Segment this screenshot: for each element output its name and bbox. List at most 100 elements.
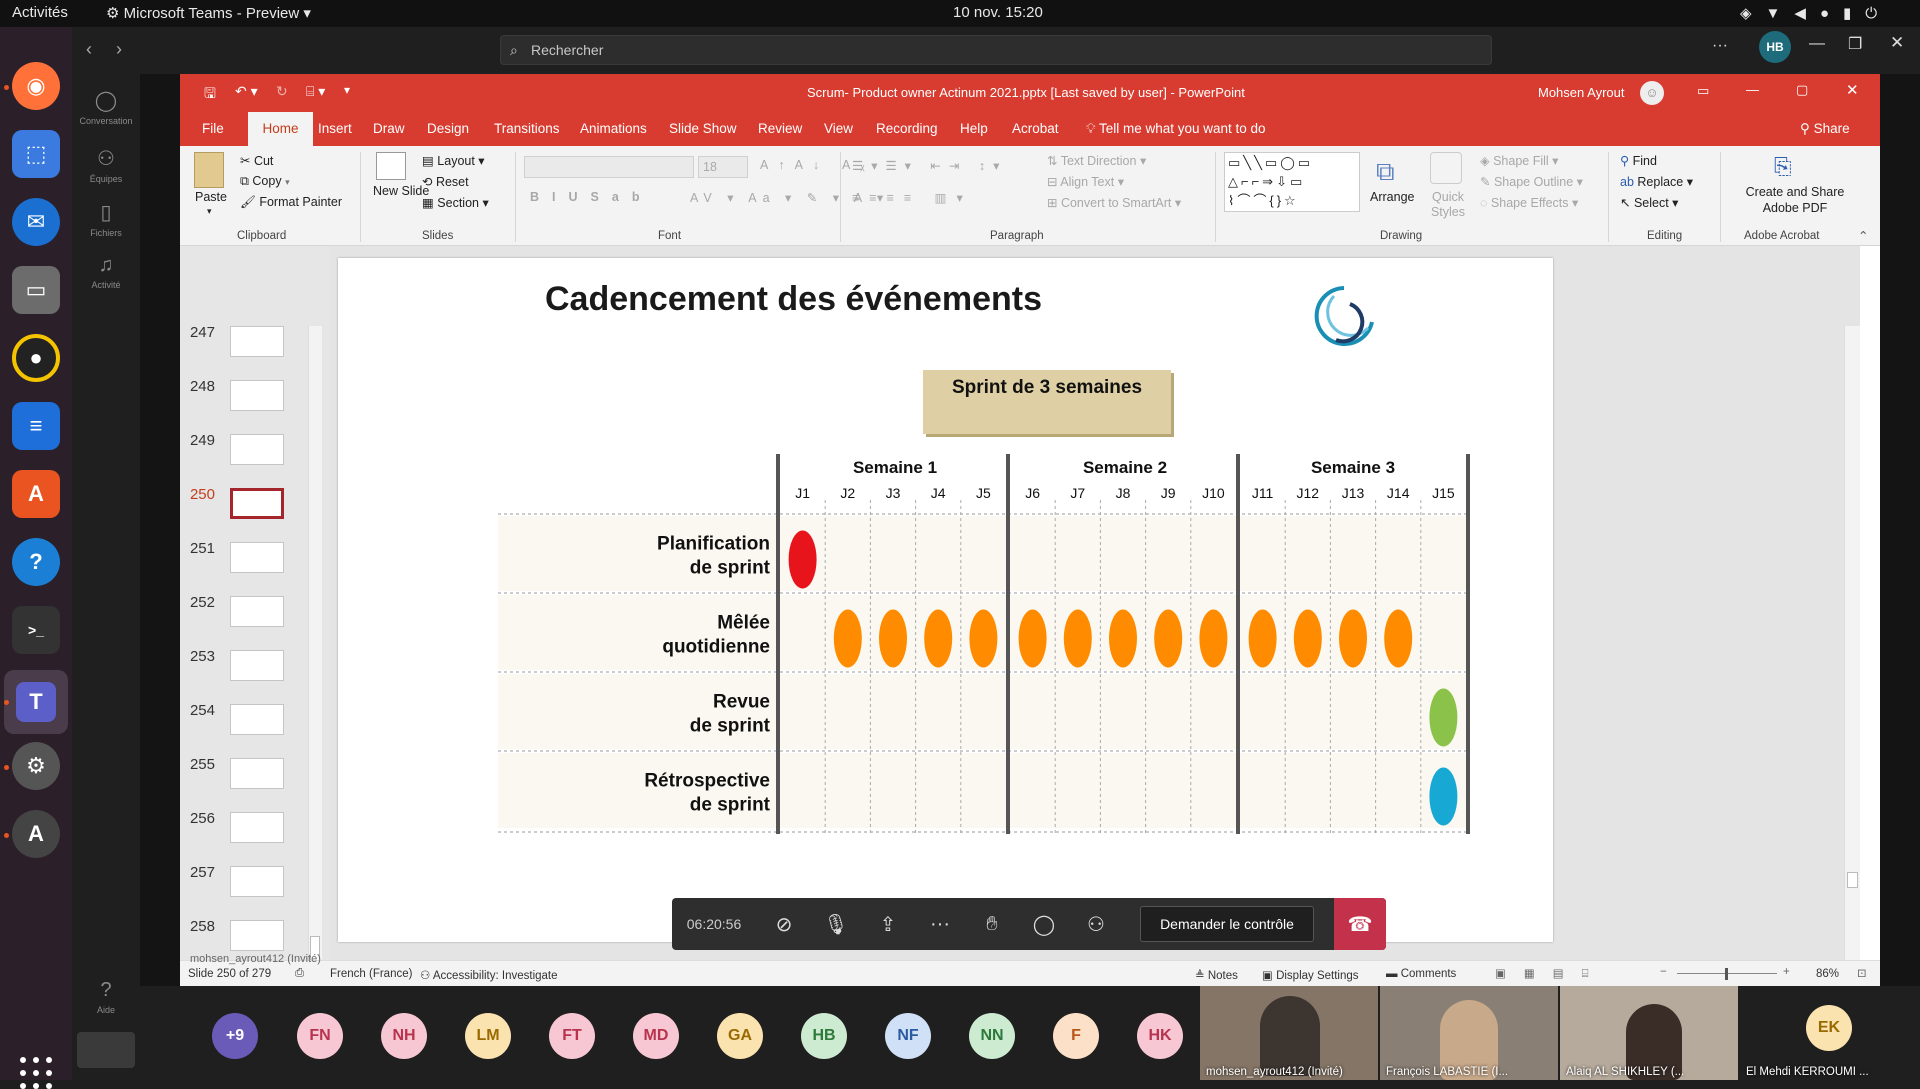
paste-button[interactable]: Paste [195,190,227,204]
tab-transitions[interactable]: Transitions [494,121,560,136]
redo-icon[interactable]: ↻ [276,83,288,100]
close-icon[interactable]: ✕ [1890,33,1904,53]
notes-button[interactable]: ≜ Notes [1195,968,1238,982]
accessibility-checker[interactable]: ⚇ Accessibility: Investigate [420,968,558,982]
share-button[interactable]: ⚲ Share [1800,121,1850,137]
tab-slide-show[interactable]: Slide Show [669,121,737,136]
zoom-out-icon[interactable]: − [1660,966,1667,978]
slide-thumbnail[interactable] [230,380,284,411]
teams-tray-icon[interactable]: ◈ [1740,5,1766,22]
participant-video[interactable]: Alaiq AL SHIKHLEY (... [1560,986,1738,1080]
account-name[interactable]: Mohsen Ayrout [1538,85,1624,100]
thunderbird-icon[interactable]: ✉ [12,198,60,246]
software-icon[interactable]: A [12,470,60,518]
tab-help[interactable]: Help [960,121,988,136]
rail-item-help[interactable]: ? Aide [72,979,140,1015]
close-icon[interactable]: ✕ [1846,81,1859,99]
tab-animations[interactable]: Animations [580,121,647,136]
more-options-icon[interactable]: ··· [1712,37,1728,55]
tab-design[interactable]: Design [427,121,469,136]
tab-home[interactable]: Home [248,112,313,146]
more-actions-button[interactable]: ··· [914,898,966,950]
format-painter-button[interactable]: 🖌︎ Format Painter [240,195,342,210]
participant-avatar[interactable]: NH [381,1013,427,1059]
shapes-gallery[interactable]: ▭╲╲▭◯▭ △⌐⌐⇒⇩▭ ⌇⌒⌒{}☆ [1224,152,1360,212]
activities-button[interactable]: Activités [12,4,68,21]
select-button[interactable]: ↖ Select ▾ [1620,195,1678,210]
minimize-icon[interactable]: — [1746,82,1759,97]
rail-item-activity[interactable]: ♫ Activité [72,254,140,290]
tab-review[interactable]: Review [758,121,802,136]
align-text-button[interactable]: ⊟ Align Text ▾ [1047,174,1124,189]
comments-button[interactable]: ▬ Comments [1386,968,1456,980]
view-buttons[interactable]: ▣▦▤⌸ [1495,966,1607,981]
teams-dock-icon[interactable]: T [4,670,68,734]
search-input[interactable]: ⌕ Rechercher [500,35,1492,65]
slide-thumbnail[interactable] [230,704,284,735]
slide-thumbnail[interactable] [230,920,284,951]
slide-thumbnail[interactable] [230,542,284,573]
terminal-icon[interactable]: >_ [12,606,60,654]
slide-thumbnail[interactable] [230,758,284,789]
participant-avatar[interactable]: GA [717,1013,763,1059]
font-family-dropdown[interactable] [524,156,694,178]
shape-effects-button[interactable]: ◌ Shape Effects ▾ [1480,195,1578,210]
convert-smartart-button[interactable]: ⊞ Convert to SmartArt ▾ [1047,195,1181,210]
share-screen-button[interactable]: ⇪ [862,898,914,950]
fit-slide-icon[interactable]: ⊡ [1857,966,1867,980]
zoom-slider-thumb[interactable] [1725,968,1728,980]
slide-thumbnail-selected[interactable] [230,488,284,519]
tab-draw[interactable]: Draw [373,121,405,136]
writer-icon[interactable]: ≡ [12,402,60,450]
rail-item-files[interactable]: ▯ Fichiers [72,200,140,238]
slide-thumbnail[interactable] [230,596,284,627]
participant-avatar[interactable]: MD [633,1013,679,1059]
user-avatar[interactable]: HB [1759,31,1791,63]
display-settings-button[interactable]: ▣ Display Settings [1262,968,1359,982]
tell-me-box[interactable]: 💡︎ Tell me what you want to do [1086,121,1266,137]
forward-icon[interactable]: › [116,39,122,60]
tab-acrobat[interactable]: Acrobat [1012,121,1059,136]
app-menu[interactable]: ⚙ Microsoft Teams - Preview ▾ [106,4,311,22]
text-direction-button[interactable]: ⇅ Text Direction ▾ [1047,153,1146,168]
slide-thumbnail[interactable] [230,434,284,465]
present-icon[interactable]: ⌸ ▾ [306,83,325,100]
quick-styles-button[interactable]: Quick Styles [1428,190,1468,220]
slide-thumbnail[interactable] [230,812,284,843]
participant-avatar[interactable]: NF [885,1013,931,1059]
tab-view[interactable]: View [824,121,853,136]
clock[interactable]: 10 nov. 15:20 [953,4,1043,21]
section-button[interactable]: ▦ Section ▾ [422,195,489,210]
participant-avatar[interactable]: HB [801,1013,847,1059]
account-avatar[interactable]: ☺ [1640,81,1664,105]
restore-icon[interactable]: ❐ [1848,34,1862,54]
shape-fill-button[interactable]: ◈ Shape Fill ▾ [1480,153,1558,168]
participant-avatar[interactable]: FT [549,1013,595,1059]
participant-avatar[interactable]: NN [969,1013,1015,1059]
save-icon[interactable]: 🖫 [204,83,216,107]
hang-up-button[interactable]: ☎︎ [1334,898,1386,950]
help-icon[interactable]: ? [12,538,60,586]
participants-button[interactable]: ⚇ [1070,898,1122,950]
list-buttons[interactable]: ☰▾☰▾ ⇤⇥ ↕▾ [852,158,1007,173]
mute-button[interactable]: 🎙︎ [810,898,862,950]
participant-video[interactable]: mohsen_ayrout412 (Invité) [1200,986,1378,1080]
device-button[interactable] [77,1032,135,1068]
copy-button[interactable]: ⧉ Copy ▾ [240,174,290,189]
thumbnail-scrollbar[interactable] [308,326,322,960]
show-apps-icon[interactable] [20,1057,52,1089]
minimize-icon[interactable]: — [1809,35,1825,53]
slide-thumbnail[interactable] [230,326,284,357]
zoom-in-icon[interactable]: + [1783,966,1790,978]
canvas-scrollbar[interactable] [1844,326,1860,960]
new-slide-button[interactable]: New Slide [373,184,429,198]
files-icon[interactable]: ▭ [12,266,60,314]
find-button[interactable]: ⚲ Find [1620,153,1657,168]
undo-icon[interactable]: ↶ ▾ [235,83,258,100]
shape-outline-button[interactable]: ✎ Shape Outline ▾ [1480,174,1583,189]
update-icon[interactable]: A [12,810,60,858]
rhythmbox-icon[interactable]: ● [12,334,60,382]
ribbon-display-icon[interactable]: ▭ [1697,83,1709,99]
zoom-level[interactable]: 86% [1816,968,1839,980]
rail-item-teams[interactable]: ⚇ Équipes [72,146,140,184]
